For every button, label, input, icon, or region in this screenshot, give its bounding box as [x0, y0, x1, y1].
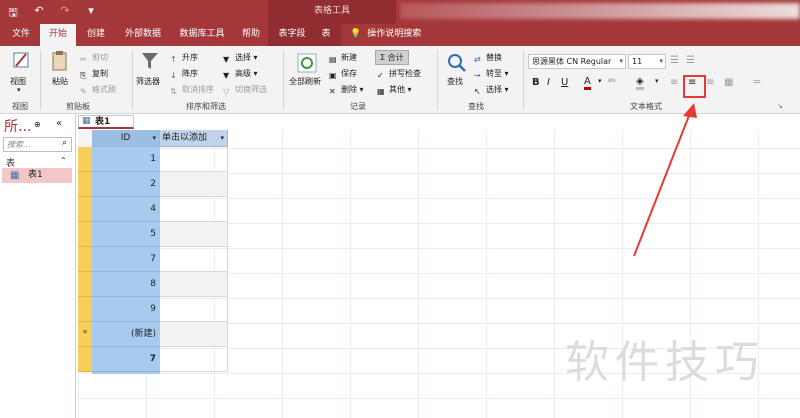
watermark: 软件技巧: [565, 337, 765, 388]
